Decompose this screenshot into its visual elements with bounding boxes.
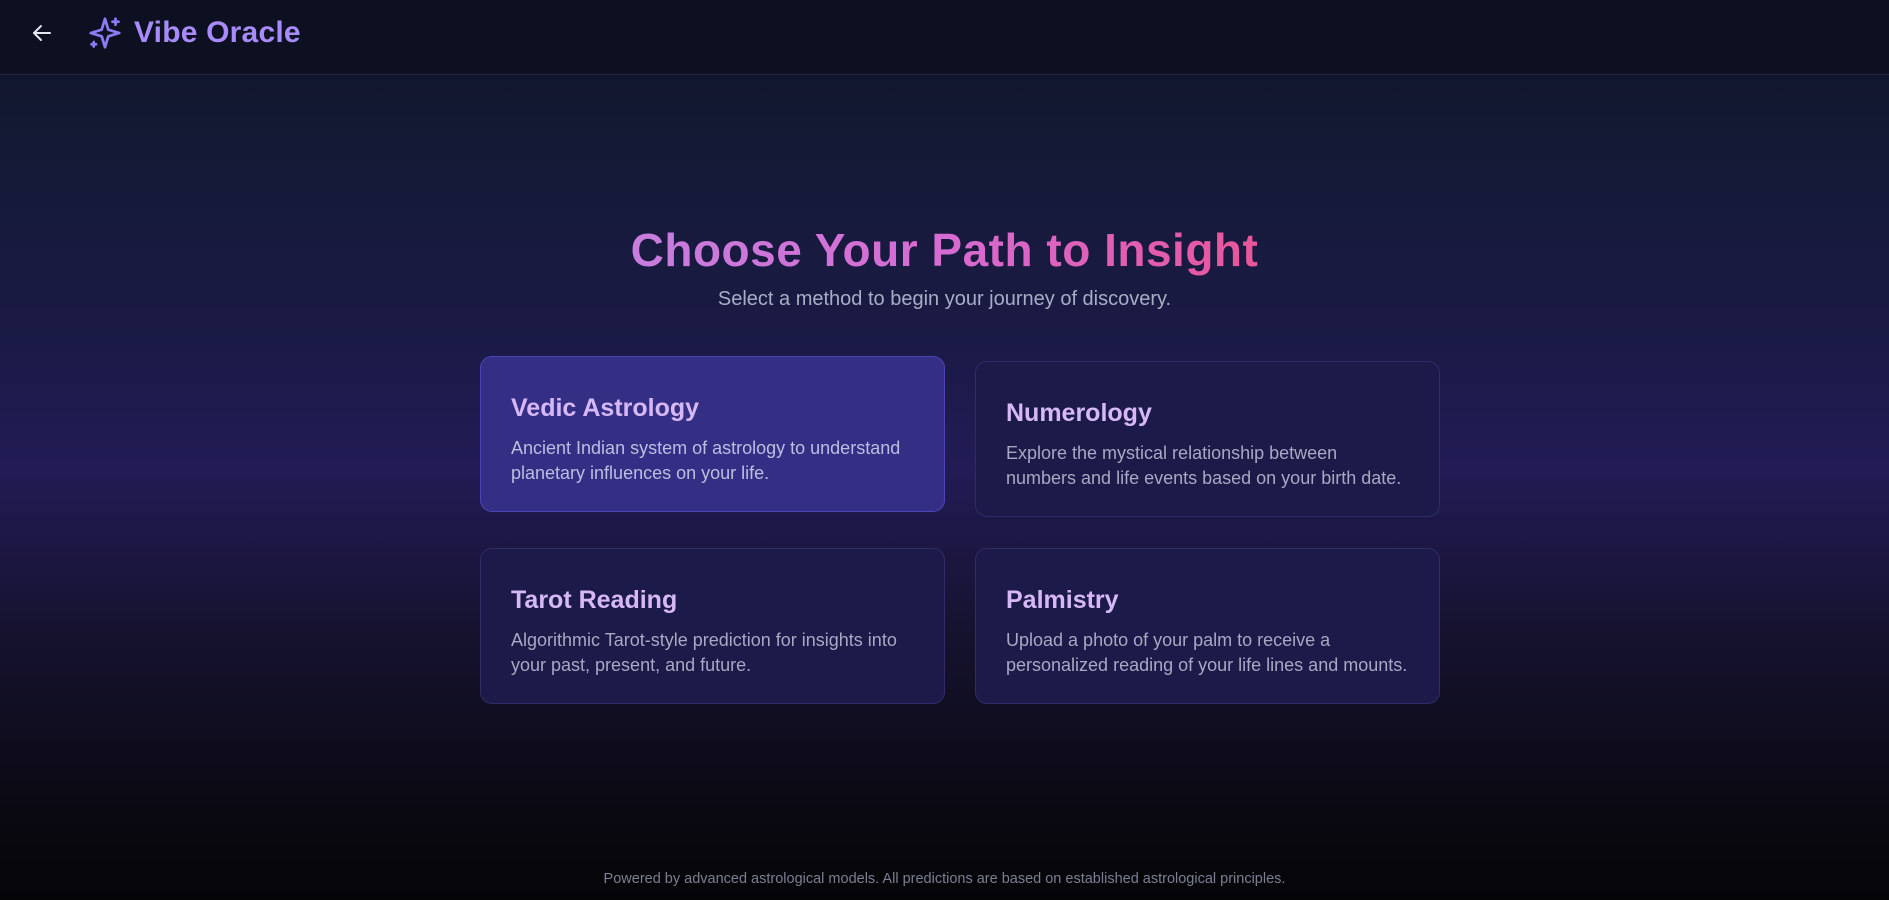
card-vedic-astrology[interactable]: Vedic Astrology Ancient Indian system of… (480, 356, 945, 512)
card-title: Numerology (1006, 399, 1152, 427)
card-title: Vedic Astrology (511, 394, 700, 422)
card-palmistry[interactable]: Palmistry Upload a photo of your palm to… (975, 548, 1440, 704)
hero: Choose Your Path to Insight Select a met… (0, 218, 1889, 311)
card-description: Upload a photo of your palm to receive a… (1006, 630, 1408, 675)
back-button[interactable] (26, 17, 58, 49)
page-subtitle: Select a method to begin your journey of… (717, 288, 1172, 310)
card-description: Explore the mystical relationship betwee… (1006, 443, 1402, 488)
footer-disclaimer: Powered by advanced astrological models.… (603, 871, 1286, 887)
card-description: Ancient Indian system of astrology to un… (511, 438, 901, 483)
app-name: Vibe Oracle (134, 16, 301, 49)
card-numerology[interactable]: Numerology Explore the mystical relation… (975, 361, 1440, 517)
sparkle-icon (86, 14, 124, 52)
card-title: Tarot Reading (511, 586, 678, 614)
arrow-left-icon (33, 25, 51, 41)
card-title: Palmistry (1006, 586, 1119, 614)
top-bar: Vibe Oracle (0, 0, 1889, 75)
card-description: Algorithmic Tarot-style prediction for i… (511, 630, 897, 675)
page-title: Choose Your Path to Insight (631, 218, 1259, 282)
brand[interactable]: Vibe Oracle (86, 12, 301, 54)
card-tarot-reading[interactable]: Tarot Reading Algorithmic Tarot-style pr… (480, 548, 945, 704)
